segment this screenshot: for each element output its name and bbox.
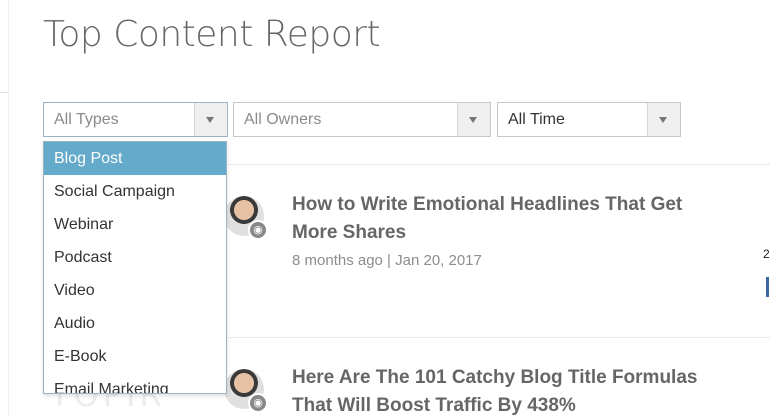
- chevron-down-icon: [659, 117, 667, 123]
- dropdown-option[interactable]: Email Marketing: [44, 373, 226, 393]
- left-divider: [8, 0, 9, 416]
- list-divider: [228, 164, 770, 165]
- owner-filter-arrow[interactable]: [457, 103, 490, 136]
- content-item-title[interactable]: Here Are The 101 Catchy Blog Title Formu…: [292, 364, 722, 420]
- type-filter-value: All Types: [54, 111, 119, 128]
- content-item-meta: 8 months ago | Jan 20, 2017: [292, 252, 482, 269]
- type-filter-arrow[interactable]: [194, 103, 227, 136]
- owner-filter-value: All Owners: [244, 111, 322, 128]
- dropdown-option[interactable]: Social Campaign: [44, 175, 226, 208]
- time-filter-arrow[interactable]: [647, 103, 680, 136]
- chevron-down-icon: [206, 117, 214, 123]
- dropdown-option[interactable]: Webinar: [44, 208, 226, 241]
- author-avatar[interactable]: ◉: [224, 369, 268, 413]
- type-dropdown-menu[interactable]: Blog Post Social Campaign Webinar Podcas…: [43, 141, 227, 394]
- author-avatar[interactable]: ◉: [224, 196, 268, 240]
- dropdown-option[interactable]: Blog Post: [44, 142, 226, 175]
- rss-icon: ◉: [248, 220, 268, 240]
- rss-icon: ◉: [248, 393, 268, 413]
- list-divider: [228, 337, 770, 338]
- edge-bar: [766, 277, 769, 297]
- content-item-title[interactable]: How to Write Emotional Headlines That Ge…: [292, 191, 722, 247]
- page-title: Top Content Report: [43, 14, 381, 55]
- chevron-down-icon: [469, 117, 477, 123]
- left-tick: [0, 92, 8, 93]
- dropdown-option[interactable]: Podcast: [44, 241, 226, 274]
- dropdown-option[interactable]: E-Book: [44, 340, 226, 373]
- edge-count: 2: [763, 247, 770, 261]
- time-filter-value: All Time: [508, 111, 565, 128]
- owner-filter-select[interactable]: All Owners: [233, 102, 491, 137]
- time-filter-select[interactable]: All Time: [497, 102, 681, 137]
- dropdown-option[interactable]: Video: [44, 274, 226, 307]
- type-filter-select[interactable]: All Types: [43, 102, 228, 137]
- dropdown-option[interactable]: Audio: [44, 307, 226, 340]
